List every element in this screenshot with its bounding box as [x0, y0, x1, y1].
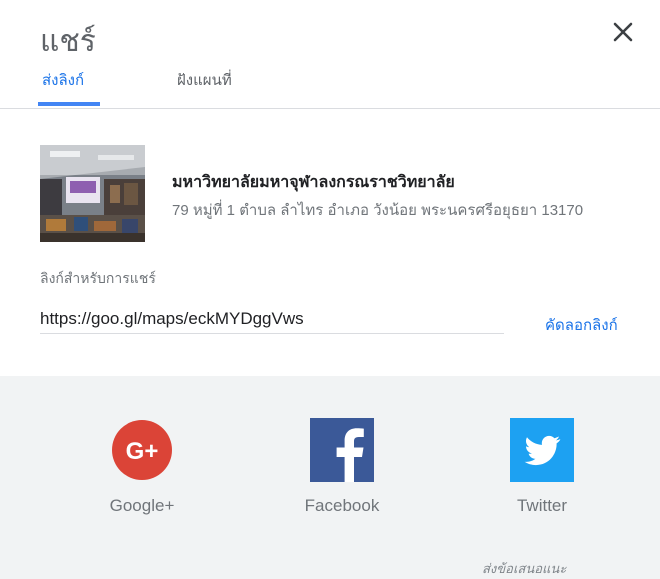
- svg-text:G+: G+: [126, 438, 159, 465]
- twitter-label: Twitter: [516, 496, 568, 515]
- share-dialog: แชร์ ส่งลิงก์ ฝังแผนที่ มหาวิทยาลัยมหาจุ…: [0, 0, 660, 579]
- social-share-panel: G+ Google+ Facebook Twitter ส่งข้อเสนอแน…: [0, 376, 660, 579]
- share-link-label: ลิงก์สำหรับการแชร์: [40, 270, 156, 286]
- share-tabs: ส่งลิงก์ ฝังแผนที่: [0, 70, 660, 108]
- close-button[interactable]: [606, 15, 640, 49]
- dialog-title: แชร์: [40, 25, 96, 58]
- twitter-icon: [510, 418, 574, 482]
- twitter-share-button[interactable]: Twitter: [477, 418, 607, 516]
- google-plus-label: Google+: [109, 496, 175, 515]
- send-feedback-link[interactable]: ส่งข้อเสนอแนะ: [482, 558, 566, 579]
- google-plus-icon: G+: [112, 420, 172, 480]
- active-tab-indicator: [38, 102, 100, 106]
- place-thumbnail: [40, 145, 145, 242]
- share-link-input[interactable]: [40, 305, 504, 334]
- tab-embed-map[interactable]: ฝังแผนที่: [177, 70, 232, 106]
- copy-link-button[interactable]: คัดลอกลิงก์: [545, 313, 618, 337]
- close-icon: [613, 22, 633, 42]
- google-plus-share-button[interactable]: G+ Google+: [77, 418, 207, 516]
- facebook-icon: [310, 418, 374, 482]
- facebook-share-button[interactable]: Facebook: [277, 418, 407, 516]
- tab-send-link[interactable]: ส่งลิงก์: [42, 70, 84, 106]
- place-address: 79 หมู่ที่ 1 ตำบล ลำไทร อำเภอ วังน้อย พร…: [172, 202, 584, 219]
- tabs-divider: [0, 108, 660, 109]
- place-name: มหาวิทยาลัยมหาจุฬาลงกรณราชวิทยาลัย: [172, 174, 455, 191]
- facebook-label: Facebook: [304, 496, 380, 515]
